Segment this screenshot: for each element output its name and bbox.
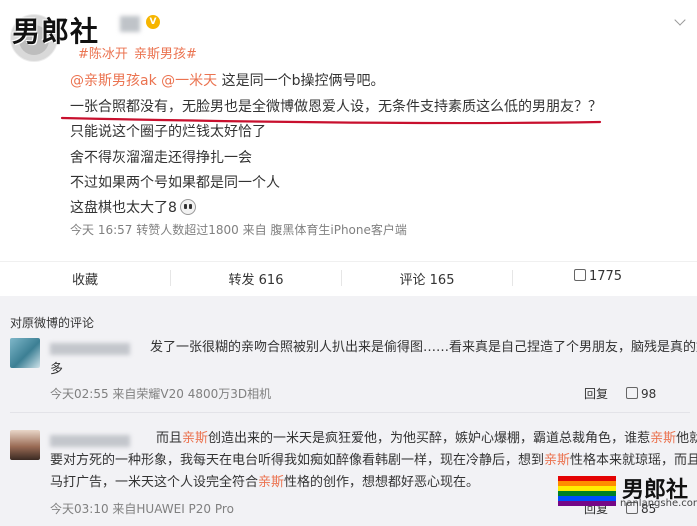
comment-text-part: 要对方死的一种形象，我每天在电台听得我如痴如醉像看韩剧一样，现在冷静后，想到 [50, 453, 545, 468]
comment-meta: 今天02:55 来自荣耀V20 4800万3D相机 [50, 387, 272, 401]
divider [10, 412, 690, 413]
commenter-name-blurred[interactable] [50, 343, 130, 355]
thumbs-up-icon [573, 269, 586, 281]
comment-text-line2: 要对方死的一种形象，我每天在电台听得我如痴如醉像看韩剧一样，现在冷静后，想到亲斯… [50, 450, 697, 472]
post-line: 不过如果两个号如果都是同一个人 [70, 175, 280, 191]
comment-meta: 今天03:10 来自HUAWEI P20 Pro [50, 502, 234, 516]
commenter-name-blurred[interactable] [50, 435, 130, 447]
mention-link[interactable]: 亲斯 [544, 453, 570, 468]
thumbs-up-icon [626, 387, 638, 399]
comment-text-part: 性格本来就琼瑶，而且立 [570, 453, 697, 468]
topic-tags[interactable]: #陈冰开 亲斯男孩# [78, 43, 199, 62]
post-line: 舍不得灰溜溜走还得挣扎一会 [70, 150, 252, 166]
rainbow-flag-icon [558, 476, 616, 506]
post-text: 这是同一个b操控俩号吧。 [217, 73, 385, 89]
comment-text-part: 马打广告，一米天这个人设完全符合 [50, 475, 259, 490]
topic-tag[interactable]: 亲斯男孩# [134, 47, 197, 62]
repost-button[interactable]: 转发 616 [171, 269, 341, 288]
comments-title: 对原微博的评论 [10, 316, 95, 330]
comment-text-part: ，谁惹 [611, 431, 651, 446]
author-name-blurred[interactable] [120, 16, 140, 32]
chevron-down-icon[interactable] [674, 14, 686, 26]
comment-text-part: 创造出来的 [208, 431, 274, 446]
like-button[interactable]: 1775 [513, 269, 683, 284]
comment-highlight: 一米天是疯狂爱他，为他买醉，嫉妒心爆棚，霸道总裁角色 [273, 431, 612, 446]
mention-link[interactable]: 亲斯 [650, 431, 676, 446]
favorite-button[interactable]: 收藏 [0, 269, 170, 288]
verified-badge-icon: V [146, 15, 160, 29]
watermark-url: nanlangshe.com [620, 498, 697, 509]
comment-highlight: 发了一张很糊的亲吻合照被别人扒出来是偷得图 [150, 340, 424, 355]
comment-like-count: 98 [641, 387, 657, 401]
comment-text-line2: 多 [50, 362, 64, 377]
post-line: @亲斯男孩ak @一米天 这是同一个b操控俩号吧。 [70, 70, 384, 90]
comment-like-button[interactable]: 98 [626, 387, 656, 401]
commenter-avatar[interactable] [10, 338, 40, 368]
comment-button[interactable]: 评论 165 [342, 269, 512, 288]
comment-text-line3: 马打广告，一米天这个人设完全符合亲斯性格的创作，想想都好恶心现在。 [50, 472, 479, 494]
commenter-avatar[interactable] [10, 430, 40, 460]
post-action-bar: 收藏 转发 616 评论 165 1775 [0, 261, 697, 293]
post-line: 这盘棋也太大了8 [70, 197, 196, 217]
comment-text-part: 他就 [676, 431, 697, 446]
post-line: 只能说这个圈子的烂钱太好恰了 [70, 124, 266, 140]
mention-link[interactable]: @亲斯男孩ak [70, 73, 157, 89]
topic-tag[interactable]: #陈冰开 [78, 47, 128, 62]
comment-text-part: 性格的创作，想想都好恶心现在。 [284, 475, 480, 490]
like-count: 1775 [588, 269, 623, 284]
comment-text-part: 而且 [156, 431, 183, 446]
mention-link[interactable]: @一米天 [161, 73, 217, 89]
mention-link[interactable]: 亲斯 [258, 475, 284, 490]
reply-button[interactable]: 回复 [584, 385, 608, 402]
post-text: 这盘棋也太大了8 [70, 200, 177, 216]
post-line: 一张合照都没有，无脸男也是全微博做恩爱人设，无条件支持素质这么低的男朋友？？ [70, 99, 602, 115]
post-meta: 今天 16:57 转赞人数超过1800 来自 腹黑体育生iPhone客户端 [70, 223, 407, 237]
comment-text: 而且亲斯创造出来的一米天是疯狂爱他，为他买醉，嫉妒心爆棚，霸道总裁角色，谁惹亲斯… [156, 428, 697, 450]
comment-text: 发了一张很糊的亲吻合照被别人扒出来是偷得图……看来真是自己捏造了个男朋友，脑残是… [150, 337, 697, 359]
shocked-face-icon [179, 199, 196, 215]
comment-text-rest: ……看来真是自己捏造了个男朋友，脑残是真的好 [423, 340, 697, 355]
mention-link[interactable]: 亲斯 [182, 431, 208, 446]
